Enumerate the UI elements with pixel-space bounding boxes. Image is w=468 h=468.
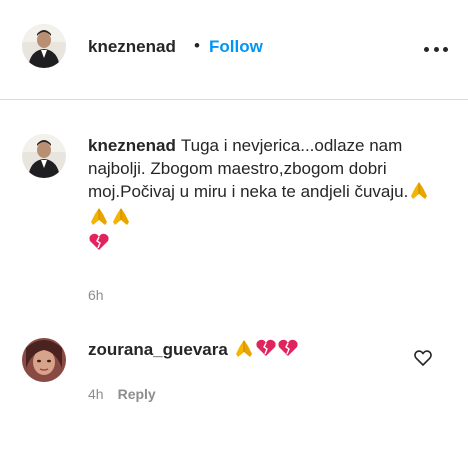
author-avatar[interactable]	[22, 24, 66, 68]
broken-heart-icon	[277, 338, 299, 364]
broken-heart-icon	[88, 232, 110, 258]
folded-hands-icon	[408, 180, 430, 206]
reply-button[interactable]: Reply	[118, 386, 156, 402]
follow-button[interactable]: Follow	[209, 37, 263, 57]
comment-timestamp[interactable]: 4h	[88, 386, 104, 402]
header-username[interactable]: kneznenad	[88, 37, 176, 57]
caption-author-avatar[interactable]	[22, 134, 66, 178]
caption-body: kneznenad Tuga i nevjerica...odlaze nam n…	[88, 134, 438, 258]
comment-body: zourana_guevara	[88, 338, 388, 364]
heart-outline-icon[interactable]	[414, 349, 432, 367]
post-header: kneznenad • Follow	[0, 0, 468, 100]
comment-meta: 4h Reply	[88, 386, 156, 402]
folded-hands-icon	[110, 206, 132, 232]
folded-hands-icon	[233, 338, 255, 364]
separator-dot: •	[194, 36, 200, 55]
caption-username[interactable]: kneznenad	[88, 136, 176, 155]
broken-heart-icon	[255, 338, 277, 364]
commenter-avatar[interactable]	[22, 338, 66, 382]
more-options-icon[interactable]	[424, 44, 448, 54]
comment-username[interactable]: zourana_guevara	[88, 340, 228, 359]
folded-hands-icon	[88, 206, 110, 232]
caption-timestamp[interactable]: 6h	[88, 287, 104, 303]
